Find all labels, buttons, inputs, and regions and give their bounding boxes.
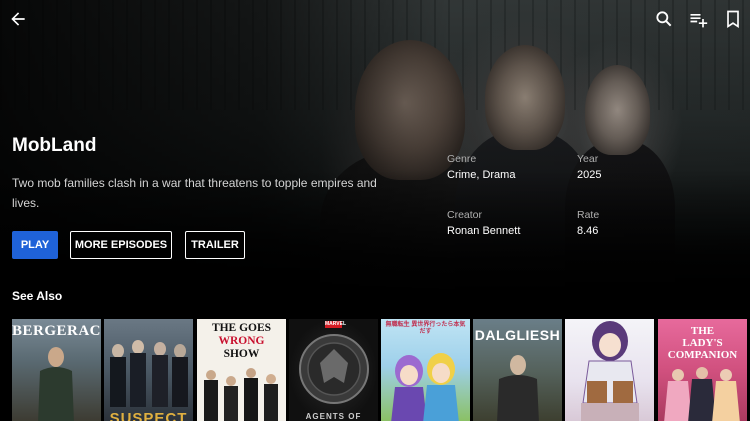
playlist-add-icon[interactable] [687, 8, 709, 30]
poster-figures [664, 367, 740, 421]
see-also-heading: See Also [12, 289, 63, 303]
poster-title: AGENTS OF [305, 412, 362, 421]
poster-title-line: THE GOES [211, 322, 272, 334]
poster-card[interactable]: DALGLIESH [473, 319, 562, 421]
poster-card[interactable]: 無職転生 異世界行ったら本気だす [381, 319, 470, 421]
poster-card[interactable]: THE GOES WRONG SHOW [197, 319, 286, 421]
back-arrow-icon[interactable] [7, 8, 29, 30]
poster-figure [497, 355, 539, 421]
top-bar [0, 0, 750, 38]
creator-meta: Creator Ronan Bennett [447, 209, 520, 237]
year-meta: Year 2025 [577, 153, 601, 181]
poster-figures [204, 368, 278, 421]
poster-title: 無職転生 異世界行ったら本気だす [385, 322, 466, 335]
creator-value: Ronan Bennett [447, 225, 521, 237]
search-icon[interactable] [653, 8, 675, 30]
poster-card[interactable]: BERGERAC [12, 319, 101, 421]
poster-figures [391, 353, 459, 421]
show-title: MobLand [12, 135, 97, 156]
year-value: 2025 [577, 169, 602, 181]
poster-figure [38, 347, 74, 421]
rate-value: 8.46 [577, 225, 599, 237]
more-episodes-button[interactable]: MORE EPISODES [70, 231, 172, 259]
trailer-button[interactable]: TRAILER [185, 231, 245, 259]
rate-meta: Rate 8.46 [577, 209, 599, 237]
poster-title: THE LADY'S COMPANION [658, 325, 747, 361]
poster-title-line: WRONG [218, 335, 265, 347]
poster-card[interactable] [565, 319, 654, 421]
marvel-badge: MARVEL [325, 321, 347, 328]
creator-label: Creator [447, 209, 483, 221]
see-also-row: BERGERAC SUSPECT THE GOES WRONG SHOW MAR… [12, 319, 750, 421]
poster-card[interactable]: THE LADY'S COMPANION [658, 319, 747, 421]
play-button[interactable]: PLAY [12, 231, 58, 259]
shield-emblem-icon [299, 334, 369, 404]
poster-title-line: SHOW [223, 348, 260, 360]
genre-value: Crime, Drama [447, 169, 516, 181]
poster-figures [581, 321, 639, 421]
poster-title-line: LADY'S [682, 337, 723, 349]
poster-title: BERGERAC [12, 323, 101, 339]
poster-title: THE GOES WRONG SHOW [197, 322, 286, 361]
genre-meta: Genre Crime, Drama [447, 153, 515, 181]
poster-title-line: THE [690, 325, 715, 337]
poster-title-line: COMPANION [667, 349, 738, 361]
show-description: Two mob families clash in a war that thr… [12, 176, 377, 210]
poster-figures [110, 340, 188, 407]
bookmark-icon[interactable] [722, 8, 744, 30]
genre-label: Genre [447, 153, 477, 165]
poster-card[interactable]: SUSPECT [104, 319, 193, 421]
poster-title: DALGLIESH [474, 327, 561, 343]
poster-card[interactable]: MARVEL AGENTS OF [289, 319, 378, 421]
poster-title: SUSPECT [109, 410, 188, 421]
year-label: Year [577, 153, 599, 165]
rate-label: Rate [577, 209, 600, 221]
